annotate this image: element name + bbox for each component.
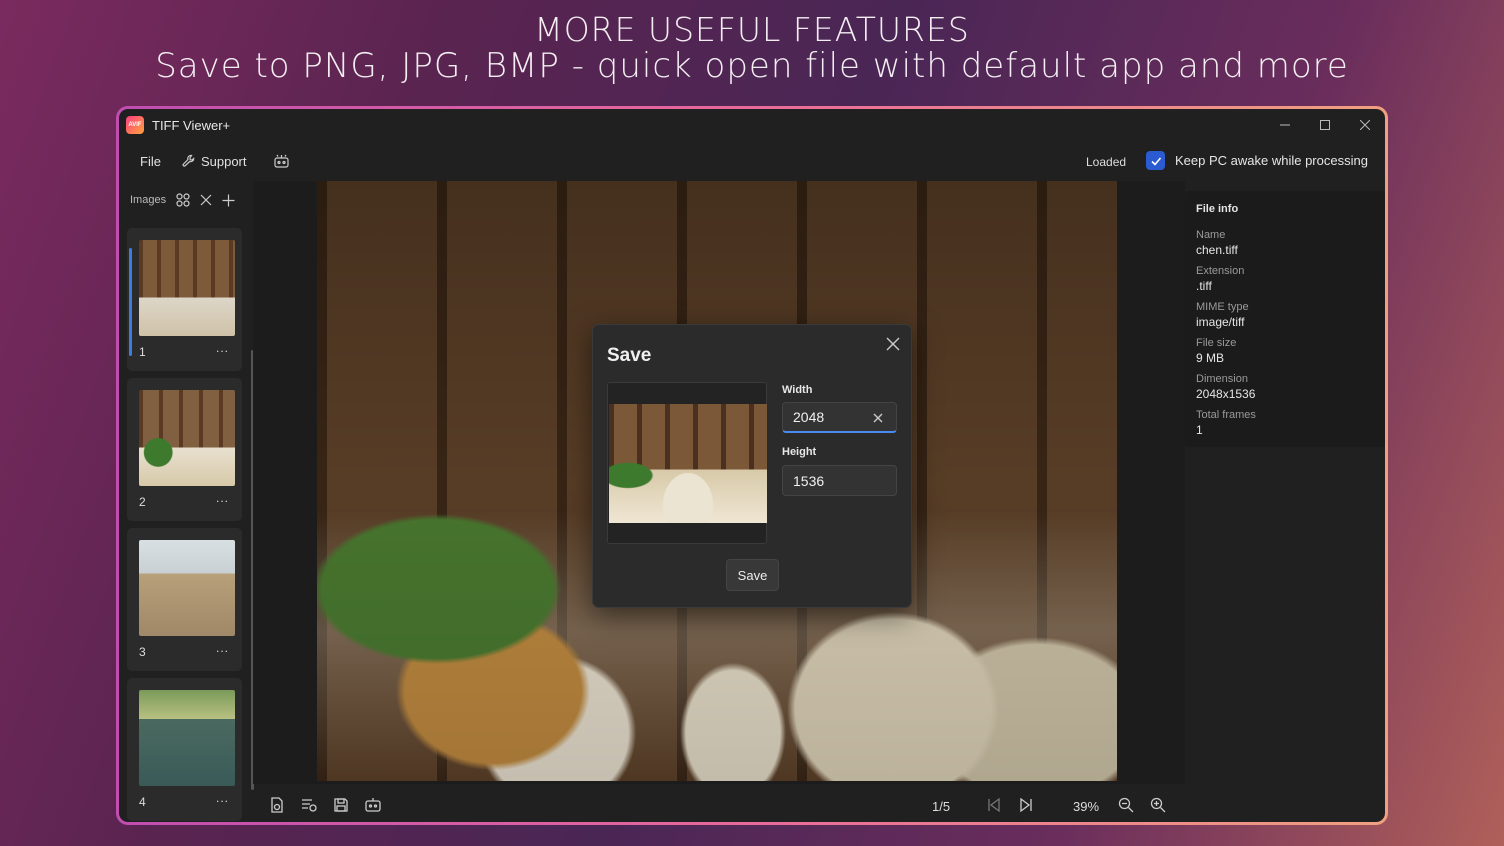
save-preview xyxy=(607,382,767,544)
thumbnail-number: 4 xyxy=(139,795,146,809)
last-page-button[interactable] xyxy=(1017,796,1035,814)
more-options-button[interactable]: ... xyxy=(216,791,229,805)
thumbnail-card-4[interactable]: 4 ... xyxy=(127,678,242,821)
status-text: Loaded xyxy=(1086,155,1127,169)
field-value: 2048x1536 xyxy=(1196,387,1256,401)
save-dialog: Save Width Height Save xyxy=(592,324,912,608)
field-value: 9 MB xyxy=(1196,351,1225,365)
more-options-button[interactable]: ... xyxy=(216,491,229,505)
app-title: TIFF Viewer+ xyxy=(152,117,231,133)
skip-back-icon xyxy=(988,797,1000,813)
file-info-mime: MIME type image/tiff xyxy=(1196,301,1374,330)
keep-awake-checkbox[interactable] xyxy=(1146,151,1165,170)
wrench-icon xyxy=(182,154,195,167)
dialog-title: Save xyxy=(607,345,652,366)
first-page-button[interactable] xyxy=(985,796,1003,814)
app-frame: AVIF TIFF Viewer+ File Support Loaded Ke… xyxy=(116,106,1388,825)
robot-icon xyxy=(273,154,289,168)
file-info-name: Name chen.tiff xyxy=(1196,229,1374,258)
field-value: image/tiff xyxy=(1196,315,1245,329)
height-label: Height xyxy=(782,446,817,458)
page-count: 1/5 xyxy=(932,799,951,814)
support-menu[interactable]: Support xyxy=(182,154,247,169)
sidebar-title: Images xyxy=(130,194,167,206)
headline-line-2: Save to PNG, JPG, BMP - quick open file … xyxy=(155,46,1349,86)
minimize-button[interactable] xyxy=(1265,109,1305,141)
open-with-icon xyxy=(271,797,283,813)
add-icon[interactable] xyxy=(222,194,235,207)
clear-width-button[interactable] xyxy=(872,411,886,425)
bottom-toolbar: 1/5 39% xyxy=(253,784,1185,822)
dialog-close-button[interactable] xyxy=(886,337,904,355)
thumbnail-image xyxy=(139,240,235,336)
ai-tool-button[interactable] xyxy=(273,153,290,170)
support-menu-label: Support xyxy=(200,153,247,169)
ai-assist-button[interactable] xyxy=(364,796,382,814)
thumbnail-card-3[interactable]: 3 ... xyxy=(127,528,242,671)
headline-line-1: MORE USEFUL FEATURES xyxy=(534,10,970,49)
file-info-extension: Extension .tiff xyxy=(1196,265,1374,294)
keep-awake-option[interactable]: Keep PC awake while processing xyxy=(1146,151,1368,170)
file-menu[interactable]: File xyxy=(140,154,161,169)
robot-icon xyxy=(365,798,381,812)
thumbnail-image xyxy=(139,540,235,636)
file-info-size: File size 9 MB xyxy=(1196,337,1374,366)
thumbnail-card-1[interactable]: 1 ... xyxy=(127,228,242,371)
maximize-icon xyxy=(1320,120,1330,130)
field-label: Extension xyxy=(1196,265,1245,277)
checkmark-icon xyxy=(1150,156,1161,166)
zoom-in-icon xyxy=(1150,797,1166,813)
field-value: chen.tiff xyxy=(1196,243,1238,257)
file-menu-label: File xyxy=(140,153,161,169)
open-with-button[interactable] xyxy=(268,796,286,814)
sidebar-header: Images xyxy=(130,193,235,207)
field-value: 1 xyxy=(1196,423,1203,437)
zoom-in-button[interactable] xyxy=(1149,796,1167,814)
field-value: .tiff xyxy=(1196,279,1212,293)
close-icon xyxy=(1360,120,1370,130)
title-bar[interactable]: AVIF TIFF Viewer+ xyxy=(119,109,1385,141)
thumbnail-number: 2 xyxy=(139,495,146,509)
save-icon xyxy=(334,798,348,812)
file-info-frames: Total frames 1 xyxy=(1196,409,1374,438)
field-label: Name xyxy=(1196,229,1226,241)
clear-icon xyxy=(873,413,883,423)
maximize-button[interactable] xyxy=(1305,109,1345,141)
thumbnail-image xyxy=(139,390,235,486)
keep-awake-label: Keep PC awake while processing xyxy=(1175,153,1368,168)
zoom-out-button[interactable] xyxy=(1117,796,1135,814)
more-options-button[interactable]: ... xyxy=(216,341,229,355)
convert-button[interactable] xyxy=(300,796,318,814)
app-window: AVIF TIFF Viewer+ File Support Loaded Ke… xyxy=(119,109,1385,822)
close-icon xyxy=(886,337,900,351)
thumbnail-number: 1 xyxy=(139,345,146,359)
field-label: MIME type xyxy=(1196,301,1249,313)
thumbnail-card-2[interactable]: 2 ... xyxy=(127,378,242,521)
remove-icon[interactable] xyxy=(200,194,212,206)
field-label: Total frames xyxy=(1196,409,1256,421)
file-info-dimension: Dimension 2048x1536 xyxy=(1196,373,1374,402)
grid-view-icon[interactable] xyxy=(176,193,190,207)
file-info-panel: File info Name chen.tiff Extension .tiff… xyxy=(1185,191,1385,447)
window-controls xyxy=(1265,109,1385,141)
app-logo-icon: AVIF xyxy=(126,116,144,134)
skip-forward-icon xyxy=(1020,797,1032,813)
save-button[interactable] xyxy=(332,796,350,814)
thumbnail-number: 3 xyxy=(139,645,146,659)
zoom-out-icon xyxy=(1118,797,1134,813)
file-info-title: File info xyxy=(1196,203,1239,215)
thumbnail-list[interactable]: 1 ... 2 ... 3 ... 4 ... xyxy=(127,228,254,822)
dialog-save-button[interactable]: Save xyxy=(726,559,779,591)
field-label: File size xyxy=(1196,337,1237,349)
close-window-button[interactable] xyxy=(1345,109,1385,141)
zoom-level: 39% xyxy=(1073,799,1100,814)
convert-icon xyxy=(302,799,317,812)
thumbnail-image xyxy=(139,690,235,786)
field-label: Dimension xyxy=(1196,373,1248,385)
more-options-button[interactable]: ... xyxy=(216,641,229,655)
minimize-icon xyxy=(1280,124,1290,126)
width-label: Width xyxy=(782,384,813,396)
preview-image xyxy=(609,404,767,523)
height-input[interactable] xyxy=(782,465,897,496)
